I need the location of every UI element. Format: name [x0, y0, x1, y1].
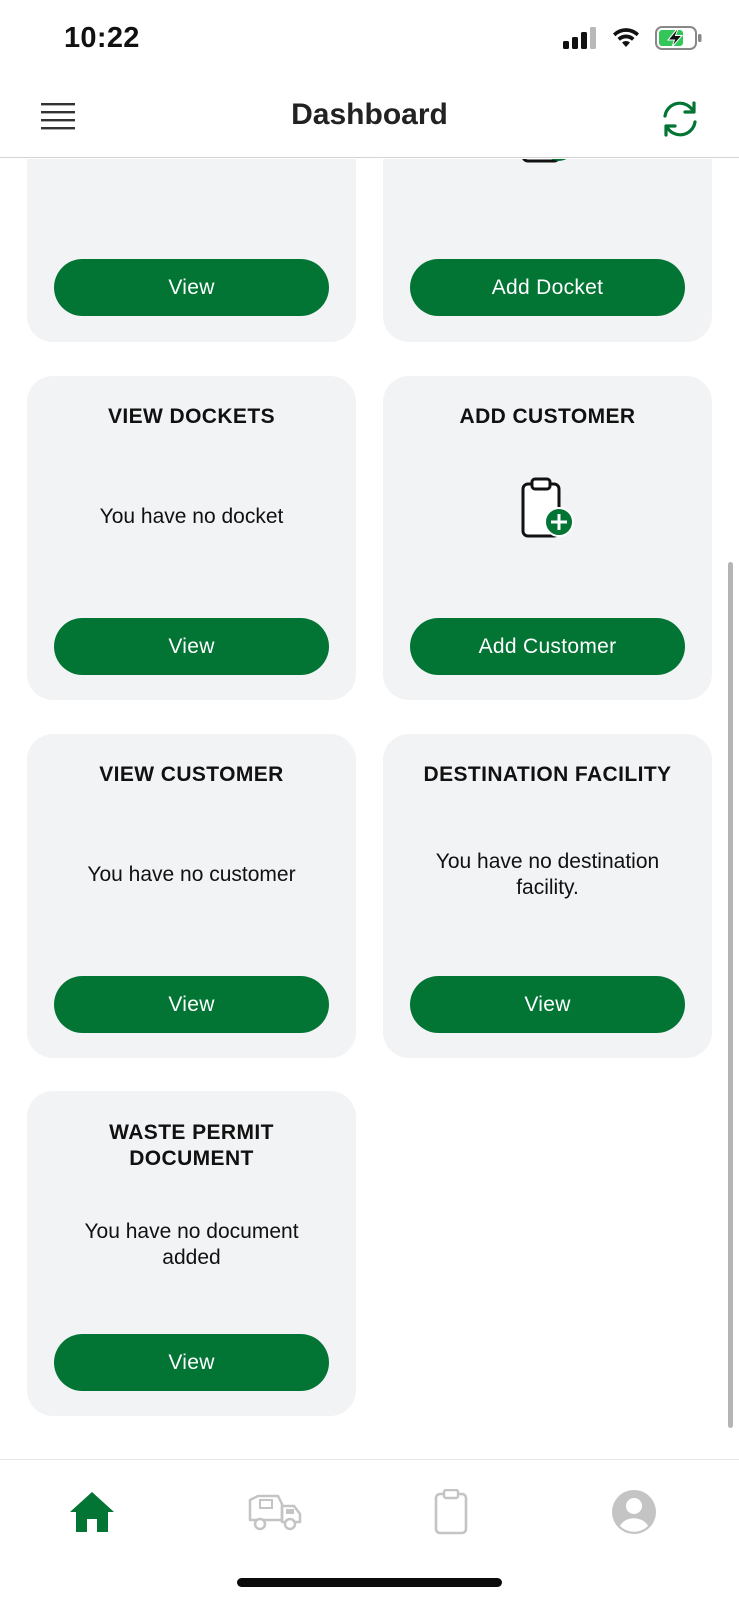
profile-icon [611, 1489, 657, 1540]
battery-icon [655, 26, 703, 55]
card-view-dockets: VIEW DOCKETS You have no docket View [27, 376, 356, 700]
view-button[interactable]: View [54, 259, 329, 316]
card-title: WASTE PERMIT DOCUMENT [109, 1121, 274, 1170]
clipboard-icon [434, 1488, 468, 1540]
refresh-button[interactable] [657, 96, 703, 142]
view-destination-facility-button[interactable]: View [410, 976, 685, 1033]
card-destination-facility: DESTINATION FACILITY You have no destina… [383, 734, 712, 1058]
clipboard-plus-icon [517, 159, 579, 165]
card-partial-left: View [27, 159, 356, 342]
add-docket-button[interactable]: Add Docket [410, 259, 685, 316]
add-customer-button[interactable]: Add Customer [410, 618, 685, 675]
view-dockets-button[interactable]: View [54, 618, 329, 675]
home-icon [68, 1488, 116, 1541]
signal-icon [563, 27, 597, 54]
view-customer-button[interactable]: View [54, 976, 329, 1033]
truck-icon [248, 1492, 304, 1537]
refresh-icon [657, 101, 703, 146]
nav-profile[interactable] [604, 1486, 664, 1542]
page-title: Dashboard [291, 98, 448, 131]
nav-dockets[interactable] [421, 1486, 481, 1542]
home-indicator [237, 1578, 502, 1587]
scrollbar[interactable] [728, 562, 733, 1428]
card-title: VIEW DOCKETS [108, 405, 275, 428]
card-empty-text: You have no docket [99, 505, 284, 528]
card-title: VIEW CUSTOMER [99, 763, 284, 786]
nav-trucks[interactable] [246, 1486, 306, 1542]
card-empty-text: You have no document added [84, 1220, 299, 1269]
card-add-customer: ADD CUSTOMER Add Customer [383, 376, 712, 700]
card-empty-text: You have no destination facility. [435, 850, 660, 899]
card-title: DESTINATION FACILITY [423, 763, 672, 786]
clipboard-plus-icon [517, 476, 579, 547]
card-empty-text: You have no customer [87, 863, 296, 886]
status-icons [563, 26, 703, 55]
status-bar: 10:22 [0, 0, 739, 80]
wifi-icon [611, 27, 641, 54]
view-waste-permit-button[interactable]: View [54, 1334, 329, 1391]
card-waste-permit-document: WASTE PERMIT DOCUMENT You have no docume… [27, 1091, 356, 1416]
card-partial-right: Add Docket [383, 159, 712, 342]
status-time: 10:22 [64, 22, 140, 54]
nav-home[interactable] [62, 1486, 122, 1542]
app-header: Dashboard [0, 80, 739, 158]
card-title: ADD CUSTOMER [459, 405, 636, 428]
card-view-customer: VIEW CUSTOMER You have no customer View [27, 734, 356, 1058]
dashboard-grid: View Add Docket VIEW DOCKETS You have no… [0, 159, 739, 1459]
